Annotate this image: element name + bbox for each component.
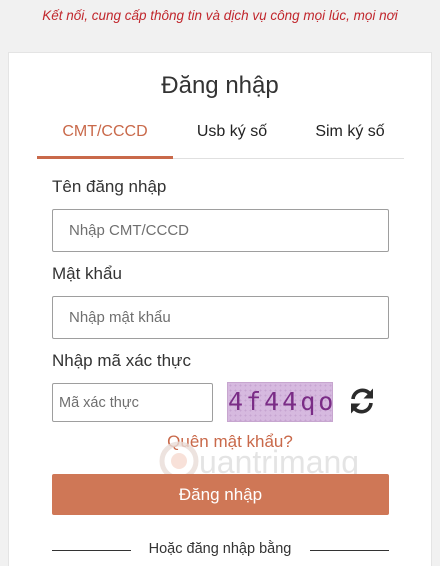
divider-right <box>310 550 389 551</box>
password-input[interactable] <box>52 296 389 339</box>
password-label: Mật khẩu <box>52 264 122 283</box>
captcha-input[interactable] <box>52 383 213 422</box>
tab-cmt-cccd[interactable]: CMT/CCCD <box>37 114 173 159</box>
captcha-label: Nhập mã xác thực <box>52 351 191 370</box>
login-tabs: CMT/CCCD Usb ký số Sim ký số <box>37 114 404 159</box>
username-input[interactable] <box>52 209 389 252</box>
tab-usb-ky-so[interactable]: Usb ký số <box>177 114 287 156</box>
page-title: Đăng nhập <box>161 72 279 99</box>
tab-sim-ky-so[interactable]: Sim ký số <box>295 114 405 156</box>
captcha-code: 4f44qo <box>228 387 333 416</box>
captcha-image: 4f44qo <box>227 382 333 422</box>
refresh-icon[interactable] <box>346 385 378 417</box>
login-button[interactable]: Đăng nhập <box>52 474 389 515</box>
alternative-login-label: Hoặc đăng nhập bằng <box>148 541 292 557</box>
tagline: Kết nối, cung cấp thông tin và dịch vụ c… <box>42 8 398 23</box>
username-label: Tên đăng nhập <box>52 177 167 196</box>
